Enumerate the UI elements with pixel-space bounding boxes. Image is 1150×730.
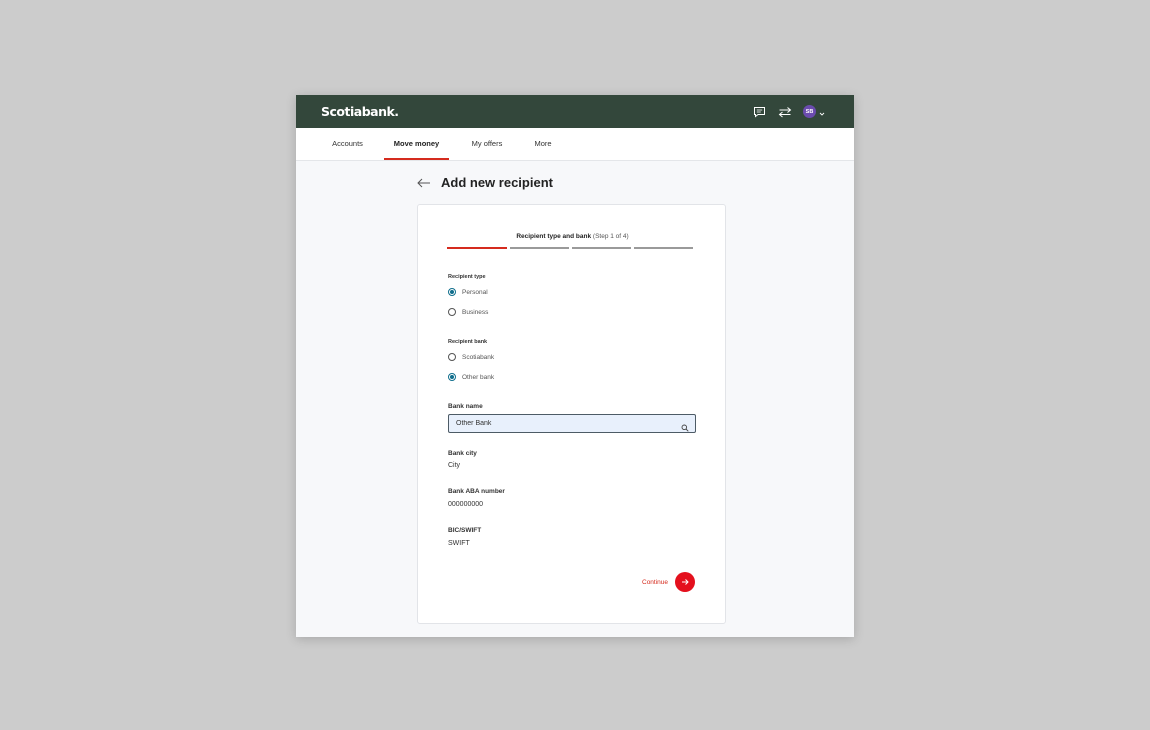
radio-personal-label: Personal (462, 288, 488, 296)
chat-icon[interactable] (751, 103, 767, 121)
bank-aba-label: Bank ABA number (448, 488, 505, 495)
arrow-right-icon (682, 579, 689, 585)
radio-other-bank-circle[interactable] (448, 373, 456, 381)
bank-name-input[interactable] (448, 414, 696, 433)
continue-button[interactable] (675, 572, 695, 592)
step-bar-1 (447, 247, 507, 249)
radio-scotiabank-circle[interactable] (448, 353, 456, 361)
radio-other-bank[interactable]: Other bank (448, 371, 494, 383)
radio-scotiabank[interactable]: Scotiabank (448, 351, 494, 363)
radio-personal-circle[interactable] (448, 288, 456, 296)
scotiabank-logo[interactable]: Scotiabank. (321, 104, 399, 119)
stepper-title: Recipient type and bank (Step 1 of 4) (418, 233, 727, 240)
back-arrow-icon-svg (417, 178, 430, 188)
chevron-down-icon[interactable] (818, 106, 826, 116)
nav-item-more[interactable]: More (529, 128, 557, 160)
radio-personal[interactable]: Personal (448, 286, 488, 298)
radio-business-label: Business (462, 308, 489, 316)
transfer-icon-svg (778, 107, 791, 118)
transfer-icon[interactable] (776, 103, 793, 121)
recipient-type-label: Recipient type (448, 274, 486, 280)
stepper-title-main: Recipient type and bank (516, 233, 592, 240)
bic-swift-label: BIC/SWIFT (448, 527, 482, 534)
radio-other-bank-label: Other bank (462, 373, 495, 381)
bic-swift-value: SWIFT (448, 540, 470, 547)
radio-business-circle[interactable] (448, 308, 456, 316)
app-window: Scotiabank. SB Accounts Move money My of… (296, 95, 854, 637)
back-arrow-icon[interactable] (416, 176, 432, 188)
continue-link[interactable]: Continue (642, 579, 668, 586)
bank-city-label: Bank city (448, 450, 477, 457)
avatar[interactable]: SB (803, 105, 816, 118)
main-nav: Accounts Move money My offers More (296, 128, 854, 161)
stepper-title-sub: (Step 1 of 4) (592, 233, 629, 240)
radio-scotiabank-label: Scotiabank (462, 353, 495, 361)
bank-city-value: City (448, 462, 461, 469)
recipient-form-card: Recipient type and bank (Step 1 of 4) Re… (417, 204, 726, 624)
step-bar-4 (634, 247, 693, 249)
chat-icon-svg (753, 107, 765, 118)
bank-name-label: Bank name (448, 403, 483, 410)
radio-business[interactable]: Business (448, 306, 488, 318)
top-header: Scotiabank. SB (296, 95, 854, 128)
step-bar-2 (510, 247, 569, 249)
nav-item-my-offers[interactable]: My offers (467, 128, 507, 160)
nav-item-move-money[interactable]: Move money (384, 128, 449, 160)
page-title: Add new recipient (441, 175, 553, 190)
search-icon-svg (681, 424, 689, 432)
search-icon[interactable] (681, 419, 689, 432)
bank-aba-value: 000000000 (448, 501, 484, 508)
recipient-bank-label: Recipient bank (448, 339, 488, 345)
step-bar-3 (572, 247, 631, 249)
chevron-down-icon-svg (819, 112, 825, 116)
nav-item-accounts[interactable]: Accounts (325, 128, 370, 160)
